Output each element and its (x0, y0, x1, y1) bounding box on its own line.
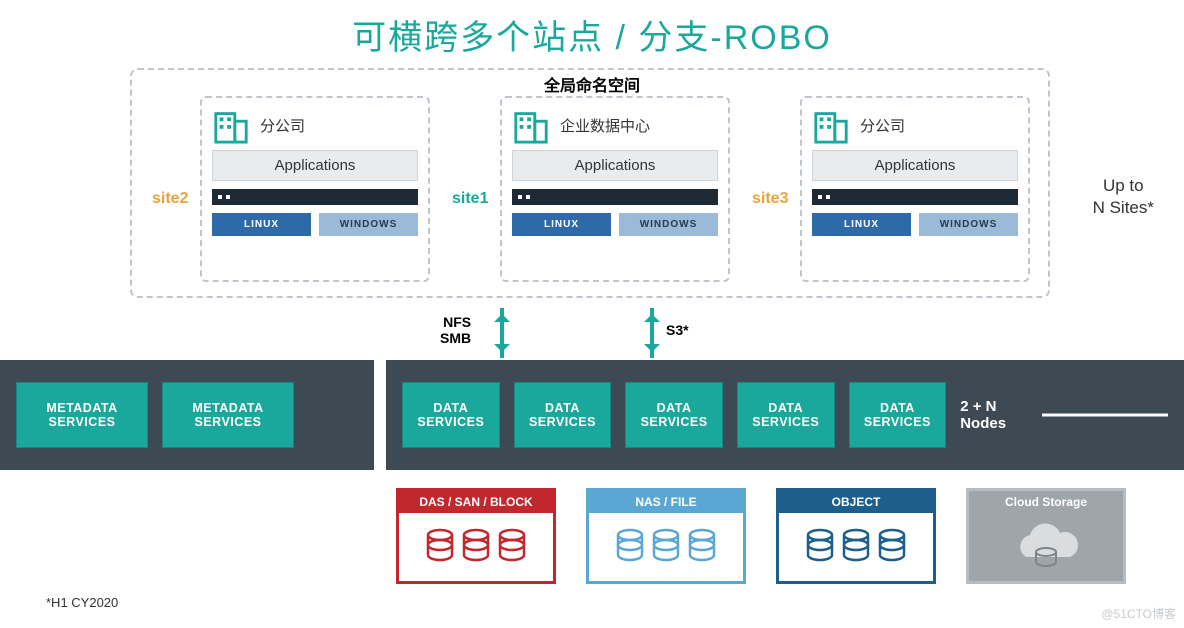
metadata-services-strip: METADATASERVICES METADATASERVICES (0, 360, 374, 470)
os-linux: LINUX (512, 213, 611, 236)
applications-bar: Applications (812, 150, 1018, 181)
database-icon (497, 527, 527, 567)
bidir-arrow-icon (500, 308, 504, 358)
database-icon (687, 527, 717, 567)
building-icon (812, 106, 850, 144)
bidir-arrow-icon (650, 308, 654, 358)
applications-bar: Applications (212, 150, 418, 181)
building-icon (512, 106, 550, 144)
os-windows: WINDOWS (319, 213, 418, 236)
data-service-box: DATASERVICES (514, 382, 612, 448)
site-label-center: site1 (452, 190, 488, 208)
database-icon (805, 527, 835, 567)
data-service-box: DATASERVICES (737, 382, 835, 448)
database-icon (461, 527, 491, 567)
data-services-strip: DATASERVICES DATASERVICES DATASERVICES D… (386, 360, 1184, 470)
data-service-box: DATASERVICES (625, 382, 723, 448)
n-sites-caption: Up toN Sites* (1093, 175, 1154, 219)
data-service-box: DATASERVICES (402, 382, 500, 448)
server-bar (812, 189, 1018, 205)
diagram-title: 可横跨多个站点 / 分支-ROBO (0, 0, 1184, 59)
database-icon (425, 527, 455, 567)
watermark: @51CTO博客 (1101, 605, 1176, 622)
database-icon (877, 527, 907, 567)
data-service-box: DATASERVICES (849, 382, 947, 448)
storage-row: DAS / SAN / BLOCK NAS / FILE OBJECT Clou… (396, 488, 1126, 584)
site-name: 分公司 (260, 115, 305, 136)
site-box-left: 分公司 Applications LINUX WINDOWS (200, 96, 430, 282)
metadata-service-box: METADATASERVICES (16, 382, 148, 448)
site-box-center: 企业数据中心 Applications LINUX WINDOWS (500, 96, 730, 282)
os-windows: WINDOWS (619, 213, 718, 236)
site-name: 分公司 (860, 115, 905, 136)
storage-cloud: Cloud Storage (966, 488, 1126, 584)
storage-nas: NAS / FILE (586, 488, 746, 584)
database-icon (615, 527, 645, 567)
server-bar (212, 189, 418, 205)
applications-bar: Applications (512, 150, 718, 181)
cloud-db-icon (1006, 522, 1086, 572)
arrow-right-icon (1042, 407, 1168, 423)
server-bar (512, 189, 718, 205)
database-icon (651, 527, 681, 567)
footnote: *H1 CY2020 (46, 595, 118, 610)
os-windows: WINDOWS (919, 213, 1018, 236)
protocol-s3: S3* (666, 322, 689, 338)
nodes-arrow: 2 + N Nodes (960, 398, 1168, 432)
metadata-service-box: METADATASERVICES (162, 382, 294, 448)
site-name: 企业数据中心 (560, 115, 650, 136)
site-box-right: 分公司 Applications LINUX WINDOWS (800, 96, 1030, 282)
storage-das: DAS / SAN / BLOCK (396, 488, 556, 584)
storage-object: OBJECT (776, 488, 936, 584)
database-icon (841, 527, 871, 567)
protocol-nfs-smb: NFSSMB (440, 314, 471, 346)
site-label-right: site3 (752, 190, 788, 208)
site-label-left: site2 (152, 190, 188, 208)
os-linux: LINUX (812, 213, 911, 236)
building-icon (212, 106, 250, 144)
os-linux: LINUX (212, 213, 311, 236)
